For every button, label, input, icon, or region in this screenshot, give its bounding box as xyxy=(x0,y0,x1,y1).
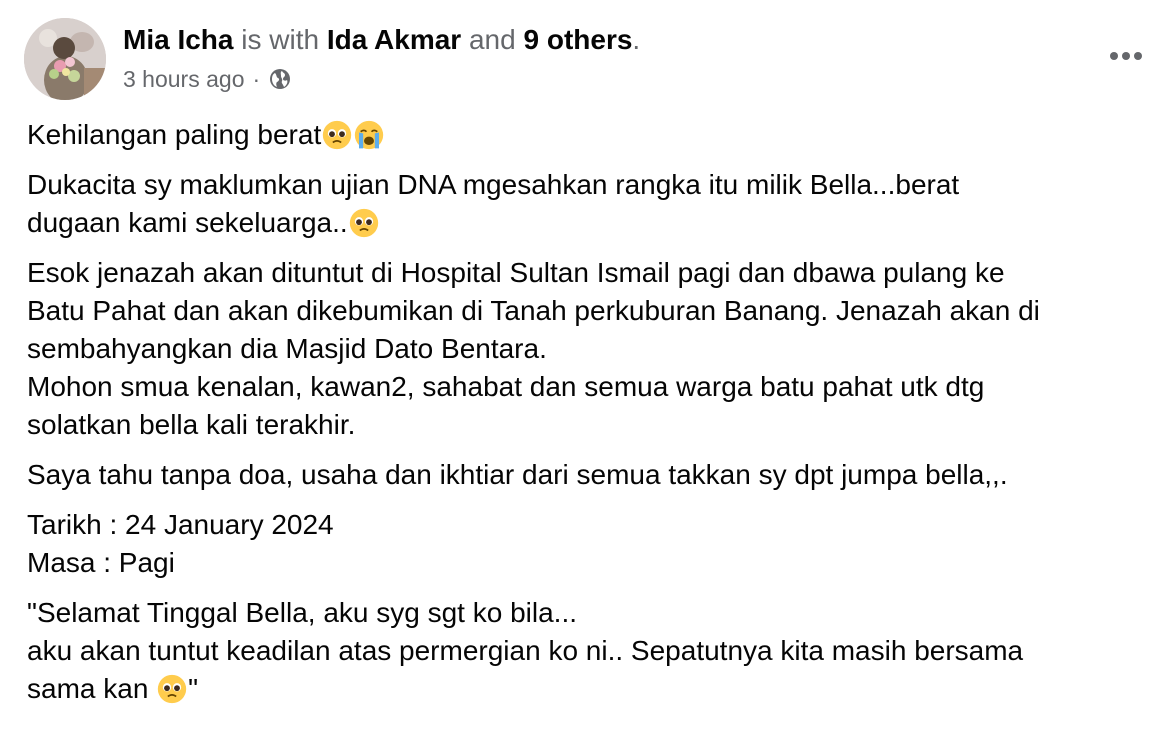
author-avatar[interactable] xyxy=(24,18,106,100)
others-link[interactable]: 9 others xyxy=(523,24,632,55)
author-name-link[interactable]: Mia Icha xyxy=(123,24,233,55)
p3-line-4: Mohon smua kenalan, kawan2, sahabat dan … xyxy=(27,371,985,402)
p3-line-3: sembahyangkan dia Masjid Dato Bentara. xyxy=(27,333,547,364)
post-text: Kehilangan paling berat Dukacita sy makl… xyxy=(27,116,1147,720)
more-options-button[interactable] xyxy=(1102,38,1150,74)
p6-line-2: aku akan tuntut keadilan atas permergian… xyxy=(27,635,1024,666)
paragraph-4: Saya tahu tanpa doa, usaha dan ikhtiar d… xyxy=(27,456,1147,494)
date-line: Tarikh : 24 January 2024 xyxy=(27,509,334,540)
pleading-face-emoji xyxy=(323,120,352,150)
paragraph-3: Esok jenazah akan dituntut di Hospital S… xyxy=(27,254,1147,444)
globe-icon[interactable] xyxy=(268,67,292,91)
paragraph-6: "Selamat Tinggal Bella, aku syg sgt ko b… xyxy=(27,594,1147,708)
p6-line-1: "Selamat Tinggal Bella, aku syg sgt ko b… xyxy=(27,597,578,628)
paragraph-2: Dukacita sy maklumkan ujian DNA mgesahka… xyxy=(27,166,1147,242)
pleading-face-emoji xyxy=(158,674,187,704)
p2-line-2: dugaan kami sekeluarga.. xyxy=(27,204,1147,242)
paragraph-1: Kehilangan paling berat xyxy=(27,116,1147,154)
and-text: and xyxy=(461,24,524,55)
p1-text: Kehilangan paling berat xyxy=(27,119,322,150)
tagged-person-link[interactable]: Ida Akmar xyxy=(327,24,461,55)
p3-line-5: solatkan bella kali terakhir. xyxy=(27,409,356,440)
p3-line-2: Batu Pahat dan akan dikebumikan di Tanah… xyxy=(27,295,1040,326)
loudly-crying-face-emoji xyxy=(355,120,384,150)
timestamp-link[interactable]: 3 hours ago xyxy=(123,64,244,94)
pleading-face-emoji xyxy=(349,208,378,238)
more-options-icon xyxy=(1110,52,1142,60)
post-header: Mia Icha is with Ida Akmar and 9 others.… xyxy=(24,18,1150,108)
period-text: . xyxy=(632,24,641,55)
with-text: is with xyxy=(233,24,327,55)
p2-line-1: Dukacita sy maklumkan ujian DNA mgesahka… xyxy=(27,169,960,200)
p3-line-1: Esok jenazah akan dituntut di Hospital S… xyxy=(27,257,1005,288)
p4-text: Saya tahu tanpa doa, usaha dan ikhtiar d… xyxy=(27,459,1008,490)
author-line: Mia Icha is with Ida Akmar and 9 others. xyxy=(123,22,640,58)
time-line: Masa : Pagi xyxy=(27,547,175,578)
paragraph-5: Tarikh : 24 January 2024 Masa : Pagi xyxy=(27,506,1147,582)
meta-separator: · xyxy=(252,66,261,92)
p6-line-3: sama kan " xyxy=(27,673,199,704)
post-meta: 3 hours ago · xyxy=(123,64,292,94)
